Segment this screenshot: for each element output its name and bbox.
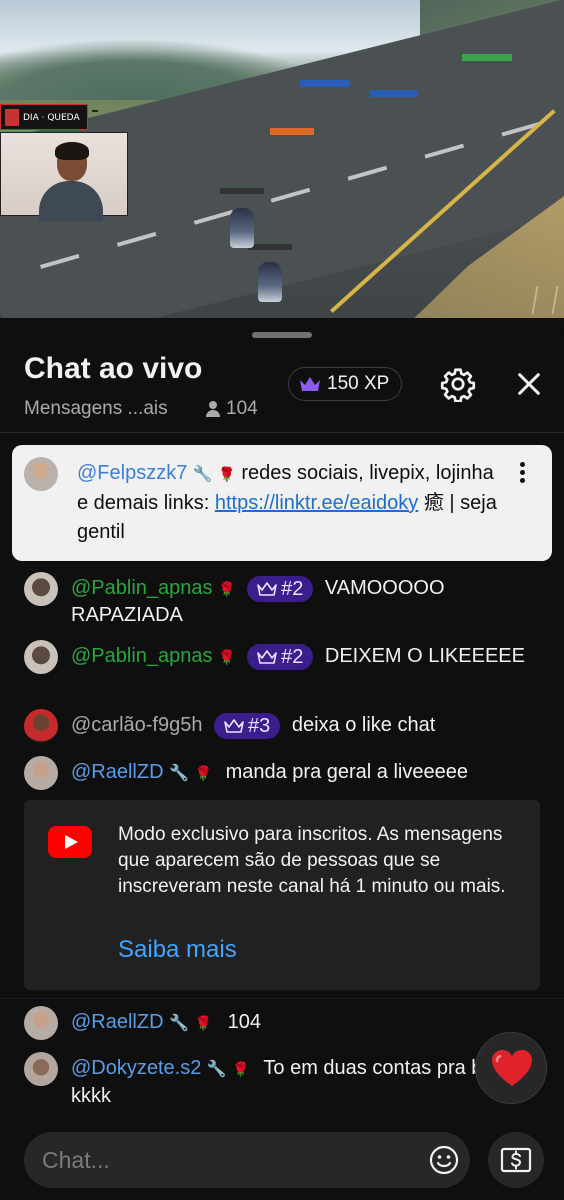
hud-logo xyxy=(5,109,19,126)
heart-icon xyxy=(492,1050,532,1086)
message-text: DEIXEM O LIKEEEEE xyxy=(324,645,525,667)
notice-text: Modo exclusivo para inscritos. As mensag… xyxy=(118,824,506,897)
rank-value: #2 xyxy=(281,577,304,600)
crown-icon xyxy=(300,377,320,391)
player-tag xyxy=(248,244,292,250)
chat-input-bar: Chat... xyxy=(0,1124,564,1200)
learn-more-link[interactable]: Saiba mais xyxy=(118,936,237,964)
avatar[interactable] xyxy=(24,640,58,674)
viewers-icon xyxy=(206,401,220,417)
message-body: @Pablin_apnas 🌹 #2 VAMOOOOO RAPAZIADA xyxy=(71,575,541,628)
subscribers-only-notice: Modo exclusivo para inscritos. As mensag… xyxy=(24,800,540,990)
chat-message[interactable]: @Pablin_apnas 🌹 #2 VAMOOOOO RAPAZIADA xyxy=(24,570,544,626)
message-body: @RaellZD 🔧 🌹 104 xyxy=(71,1009,541,1037)
crown-icon xyxy=(257,581,277,596)
rank-value: #2 xyxy=(281,645,304,668)
pinned-link[interactable]: https://linktr.ee/eaidoky xyxy=(215,492,418,514)
pinned-message[interactable]: @Felpszzk7 🔧 🌹 redes sociais, livepix, l… xyxy=(12,445,552,561)
avatar[interactable] xyxy=(24,572,58,606)
author-name[interactable]: @Pablin_apnas xyxy=(71,645,213,667)
message-text: 104 xyxy=(227,1011,261,1033)
chat-message[interactable]: @RaellZD 🔧 🌹 manda pra geral a liveeeee xyxy=(24,754,544,790)
rose-icon: 🌹 xyxy=(194,1015,213,1031)
message-text: deixa o like chat xyxy=(291,714,436,736)
member-rank-badge: #2 xyxy=(247,643,314,670)
chat-title: Chat ao vivo xyxy=(24,352,203,385)
avatar[interactable] xyxy=(24,1006,58,1040)
chat-message[interactable]: @Dokyzete.s2 🔧 🌹 To em duas contas pra b… xyxy=(24,1050,544,1109)
message-body: @RaellZD 🔧 🌹 manda pra geral a liveeeee xyxy=(71,759,541,787)
youtube-logo-icon xyxy=(48,826,92,858)
rose-icon: 🌹 xyxy=(218,581,236,597)
chat-input-placeholder: Chat... xyxy=(42,1147,110,1173)
message-body: @Dokyzete.s2 🔧 🌹 To em duas contas pra b… xyxy=(71,1055,541,1109)
emoji-icon[interactable] xyxy=(428,1144,460,1176)
wrench-icon: 🔧 xyxy=(206,1061,227,1078)
author-name[interactable]: @RaellZD xyxy=(71,761,164,783)
player-tag xyxy=(220,188,264,194)
super-chat-button[interactable] xyxy=(488,1132,544,1188)
pinned-message-text: @Felpszzk7 🔧 🌹 redes sociais, livepix, l… xyxy=(77,459,497,547)
xp-badge[interactable]: 150 XP xyxy=(288,367,403,401)
avatar[interactable] xyxy=(24,756,58,790)
rose-icon: 🌹 xyxy=(218,649,236,665)
player-tag xyxy=(300,80,350,87)
scoreboard-hud: DIA · QUEDA xyxy=(0,104,88,130)
rose-icon: 🌹 xyxy=(218,466,236,482)
streamer-webcam xyxy=(0,132,128,221)
author-name[interactable]: @carlão-f9g5h xyxy=(71,714,202,736)
viewer-count: 104 xyxy=(206,398,258,420)
chat-message[interactable]: @carlão-f9g5h #3 deixa o like chat xyxy=(24,707,544,743)
wrench-icon: 🔧 xyxy=(169,1015,190,1032)
author-name[interactable]: @Felpszzk7 xyxy=(77,462,187,484)
rank-value: #3 xyxy=(248,714,271,737)
video-player[interactable]: DIA · QUEDA xyxy=(0,0,564,318)
crown-icon xyxy=(224,718,244,733)
member-rank-badge: #2 xyxy=(247,575,314,602)
player-tag xyxy=(370,90,418,97)
viewer-count-value: 104 xyxy=(226,398,258,419)
author-name[interactable]: @Pablin_apnas xyxy=(71,577,213,599)
chat-mode-selector[interactable]: Mensagens ...ais xyxy=(24,398,168,420)
chat-message[interactable]: @RaellZD 🔧 🌹 104 xyxy=(24,1004,544,1040)
hud-text: DIA · QUEDA xyxy=(23,113,80,123)
notice-separator xyxy=(0,998,564,999)
streamer-figure xyxy=(39,142,103,221)
crown-icon xyxy=(257,649,277,664)
avatar[interactable] xyxy=(24,457,58,491)
wrench-icon: 🔧 xyxy=(192,466,213,483)
player-tag xyxy=(92,110,98,112)
player-tag xyxy=(270,128,314,135)
player-tag xyxy=(462,54,512,61)
xp-value: 150 XP xyxy=(327,373,390,394)
header-divider xyxy=(0,432,564,433)
message-text: manda pra geral a liveeeee xyxy=(225,761,468,783)
reaction-button[interactable] xyxy=(475,1032,547,1104)
rose-icon: 🌹 xyxy=(194,765,213,781)
game-character xyxy=(258,262,282,302)
live-chat-panel: Chat ao vivo Mensagens ...ais 104 150 XP… xyxy=(0,318,564,1200)
member-rank-badge: #3 xyxy=(214,712,281,739)
message-body: @carlão-f9g5h #3 deixa o like chat xyxy=(71,712,541,739)
author-name[interactable]: @Dokyzete.s2 xyxy=(71,1057,201,1079)
drag-handle[interactable] xyxy=(252,332,312,338)
game-character xyxy=(230,208,254,248)
close-icon[interactable] xyxy=(513,368,545,400)
kebab-icon[interactable] xyxy=(512,459,532,489)
avatar[interactable] xyxy=(24,1052,58,1086)
chat-message[interactable]: @Pablin_apnas 🌹 #2 DEIXEM O LIKEEEEE xyxy=(24,638,544,694)
message-body: @Pablin_apnas 🌹 #2 DEIXEM O LIKEEEEE xyxy=(71,643,541,670)
gear-icon[interactable] xyxy=(440,366,476,402)
avatar[interactable] xyxy=(24,709,58,743)
chat-input[interactable]: Chat... xyxy=(24,1132,470,1188)
wrench-icon: 🔧 xyxy=(169,765,190,782)
money-icon xyxy=(500,1147,532,1173)
author-name[interactable]: @RaellZD xyxy=(71,1011,164,1033)
rose-icon: 🌹 xyxy=(232,1061,250,1077)
